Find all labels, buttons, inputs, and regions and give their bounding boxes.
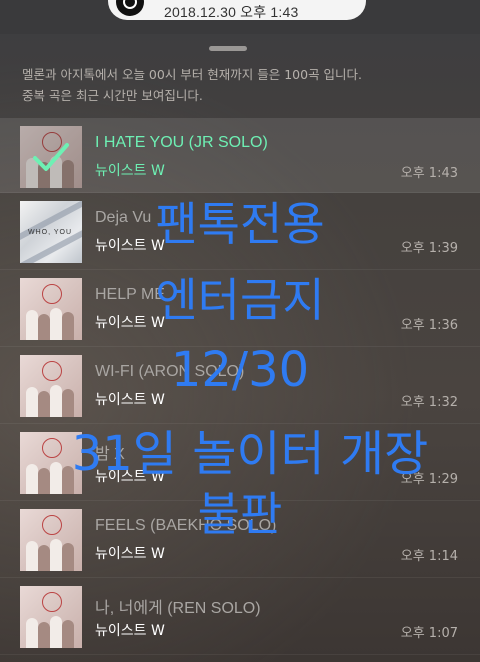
song-artist: 뉴이스트 W [95, 546, 165, 562]
member-figure [26, 541, 38, 571]
sheet-grab-handle[interactable] [209, 46, 247, 51]
overlay-text-line-3: 12/30 [170, 342, 310, 398]
overlay-text-line-4: 31일 놀이터 개장 [71, 426, 429, 482]
song-played-time: 오후 1:43 [400, 166, 458, 181]
song-played-time: 오후 1:14 [400, 549, 458, 564]
selected-check-icon [20, 126, 82, 188]
record-icon [116, 0, 144, 16]
song-artist: 뉴이스트 W [95, 623, 165, 639]
member-figure [26, 618, 38, 648]
status-bar: 2018.12.30 오후 1:43 [0, 0, 480, 34]
pill-datetime: 2018.12.30 오후 1:43 [164, 4, 299, 20]
member-figure [38, 622, 50, 648]
song-row-selected[interactable]: I HATE YOU (JR SOLO) 뉴이스트 W 오후 1:43 [0, 118, 480, 193]
song-row[interactable]: 나, 너에게 (REN SOLO) 뉴이스트 W 오후 1:07 [0, 578, 480, 655]
song-played-time: 오후 1:07 [400, 626, 458, 641]
now-playing-pill[interactable]: 2018.12.30 오후 1:43 [108, 0, 366, 20]
song-artist: 뉴이스트 W [95, 163, 165, 179]
album-logo-icon [42, 592, 62, 612]
album-art [20, 586, 82, 648]
notice-line-1: 멜론과 아지톡에서 오늘 00시 부터 현재까지 들은 100곡 입니다. [22, 67, 363, 82]
member-figure [50, 616, 62, 648]
member-figure [38, 545, 50, 571]
history-notice: 멜론과 아지톡에서 오늘 00시 부터 현재까지 들은 100곡 입니다. 중복… [22, 64, 462, 106]
overlay-text-line-2: 엔터금지 [155, 273, 325, 327]
overlay-text-line-1: 팬톡전용 [155, 197, 325, 251]
member-figure [62, 543, 74, 571]
member-figure [62, 620, 74, 648]
song-title: 나, 너에게 (REN SOLO) [95, 600, 261, 617]
song-title: I HATE YOU (JR SOLO) [95, 134, 268, 151]
notice-line-2: 중복 곡은 최근 시간만 보여집니다. [22, 88, 203, 103]
overlay-text-line-5: 불판 [197, 487, 283, 541]
